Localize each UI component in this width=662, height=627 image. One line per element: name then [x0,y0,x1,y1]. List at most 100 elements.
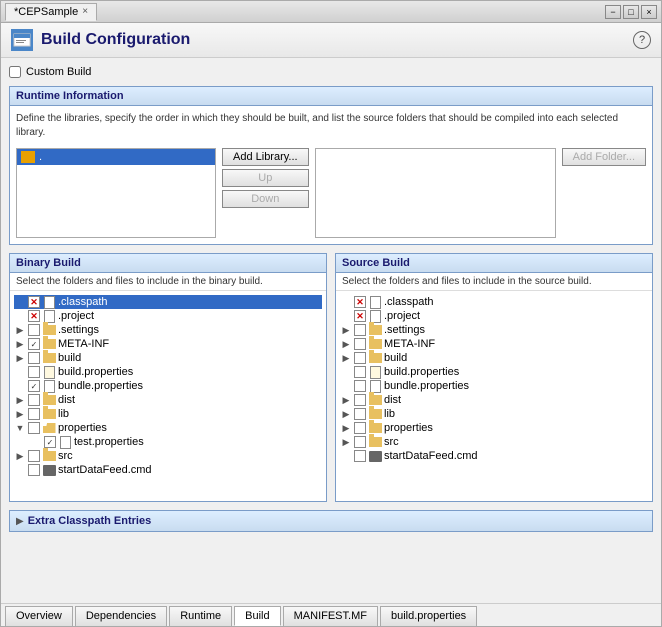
tree-item[interactable]: ▶✓META-INF [14,337,322,351]
tree-toggle-icon[interactable]: ▶ [340,408,352,420]
tree-checkbox[interactable] [28,366,40,378]
tree-item[interactable]: ▶ src [14,449,322,463]
tree-checkbox[interactable] [28,352,40,364]
help-button[interactable]: ? [633,31,651,49]
tree-toggle-icon[interactable]: ▶ [340,436,352,448]
tree-item[interactable]: startDataFeed.cmd [14,463,322,477]
tree-toggle-icon[interactable]: ▶ [340,394,352,406]
tree-item-label: .project [58,310,94,322]
tree-toggle-icon[interactable]: ▶ [340,422,352,434]
library-list[interactable]: . [16,148,216,238]
tree-toggle-icon[interactable]: ▶ [14,394,26,406]
bottom-tab-manifest[interactable]: MANIFEST.MF [283,606,378,626]
bottom-tab-dependencies[interactable]: Dependencies [75,606,167,626]
tree-item[interactable]: build.properties [340,365,648,379]
tree-toggle-icon[interactable]: ▶ [340,324,352,336]
tree-checkbox[interactable]: ✓ [28,338,40,350]
bottom-tab-build-properties[interactable]: build.properties [380,606,477,626]
tree-item-label: .settings [58,324,99,336]
custom-build-checkbox[interactable] [9,66,21,78]
bottom-tab-runtime[interactable]: Runtime [169,606,232,626]
tree-checkbox[interactable]: ✓ [28,380,40,392]
tree-checkbox[interactable]: ✕ [354,310,366,322]
up-button[interactable]: Up [222,169,309,187]
tree-item[interactable]: ▶build [340,351,648,365]
tree-checkbox[interactable] [354,366,366,378]
tree-checkbox[interactable] [354,408,366,420]
tree-checkbox[interactable] [28,450,40,462]
tree-checkbox[interactable] [354,352,366,364]
tree-item[interactable]: ▶dist [340,393,648,407]
tree-item[interactable]: ▶lib [14,407,322,421]
tree-toggle-icon[interactable]: ▶ [340,352,352,364]
library-item[interactable]: . [17,149,215,165]
tree-item-label: src [58,450,73,462]
tree-checkbox[interactable] [28,408,40,420]
tree-toggle-icon[interactable]: ▶ [14,338,26,350]
tree-checkbox[interactable]: ✕ [28,310,40,322]
tree-toggle-icon[interactable]: ▶ [14,324,26,336]
tree-checkbox[interactable] [28,394,40,406]
tree-item[interactable]: ✕.classpath [340,295,648,309]
bottom-tabs: OverviewDependenciesRuntimeBuildMANIFEST… [1,603,661,626]
tree-toggle-icon[interactable]: ▶ [340,338,352,350]
tree-item[interactable]: ▶ properties [340,421,648,435]
bottom-tab-overview[interactable]: Overview [5,606,73,626]
tree-checkbox[interactable]: ✕ [354,296,366,308]
tree-checkbox[interactable] [354,338,366,350]
tree-item-label: META-INF [384,338,435,350]
tree-item[interactable]: ▶.settings [340,323,648,337]
tree-toggle-icon[interactable]: ▶ [14,352,26,364]
tree-item-label: properties [384,422,433,434]
tree-item[interactable]: ▶src [340,435,648,449]
tree-item[interactable]: bundle.properties [340,379,648,393]
tree-item[interactable]: ✕.project [340,309,648,323]
binary-build-tree[interactable]: ✕.classpath✕ .project ▶ .settings▶✓META-INF… [10,291,326,501]
tree-item[interactable]: ▶dist [14,393,322,407]
close-button[interactable]: × [641,5,657,19]
tree-item[interactable]: ✓bundle.properties [14,379,322,393]
tree-item[interactable]: ✕.classpath [14,295,322,309]
tree-toggle-icon[interactable]: ▼ [14,422,26,434]
maximize-button[interactable]: □ [623,5,639,19]
minimize-button[interactable]: − [605,5,621,19]
tree-toggle-icon[interactable]: ▶ [14,450,26,462]
tree-item[interactable]: ▼properties [14,421,322,435]
extra-classpath-header[interactable]: ▶ Extra Classpath Entries [10,511,652,531]
tree-item[interactable]: ✓test.properties [14,435,322,449]
tree-item[interactable]: ▶lib [340,407,648,421]
down-button[interactable]: Down [222,190,309,208]
title-bar-left: *CEPSample × [5,3,97,21]
source-folder-list[interactable] [315,148,556,238]
source-build-tree[interactable]: ✕.classpath✕.project▶.settings▶META-INF▶… [336,291,652,501]
tree-checkbox[interactable] [28,324,40,336]
tree-checkbox[interactable] [354,450,366,462]
page-header-left: Build Configuration [11,29,190,51]
tree-item[interactable]: ▶build [14,351,322,365]
tree-toggle-icon[interactable]: ▶ [14,408,26,420]
tree-checkbox[interactable] [354,380,366,392]
add-folder-button[interactable]: Add Folder... [562,148,646,166]
tree-checkbox[interactable] [28,464,40,476]
bottom-tab-build[interactable]: Build [234,606,280,626]
tree-checkbox[interactable] [28,422,40,434]
source-build-header: Source Build [336,254,652,273]
tree-checkbox[interactable]: ✕ [28,296,40,308]
editor-tab[interactable]: *CEPSample × [5,3,97,21]
tree-item[interactable]: ✕ .project [14,309,322,323]
tree-checkbox[interactable] [354,422,366,434]
tree-item[interactable]: ▶ .settings [14,323,322,337]
add-library-button[interactable]: Add Library... [222,148,309,166]
tree-checkbox[interactable]: ✓ [44,436,56,448]
title-bar-controls: − □ × [605,5,657,19]
tree-checkbox[interactable] [354,436,366,448]
tree-file-icon [368,436,382,448]
tree-item-label: startDataFeed.cmd [384,450,478,462]
tree-checkbox[interactable] [354,324,366,336]
build-config-icon [11,29,33,51]
tree-item[interactable]: startDataFeed.cmd [340,449,648,463]
tree-checkbox[interactable] [354,394,366,406]
tab-close-button[interactable]: × [82,6,88,17]
tree-item[interactable]: ▶ META-INF [340,337,648,351]
tree-item[interactable]: build.properties [14,365,322,379]
